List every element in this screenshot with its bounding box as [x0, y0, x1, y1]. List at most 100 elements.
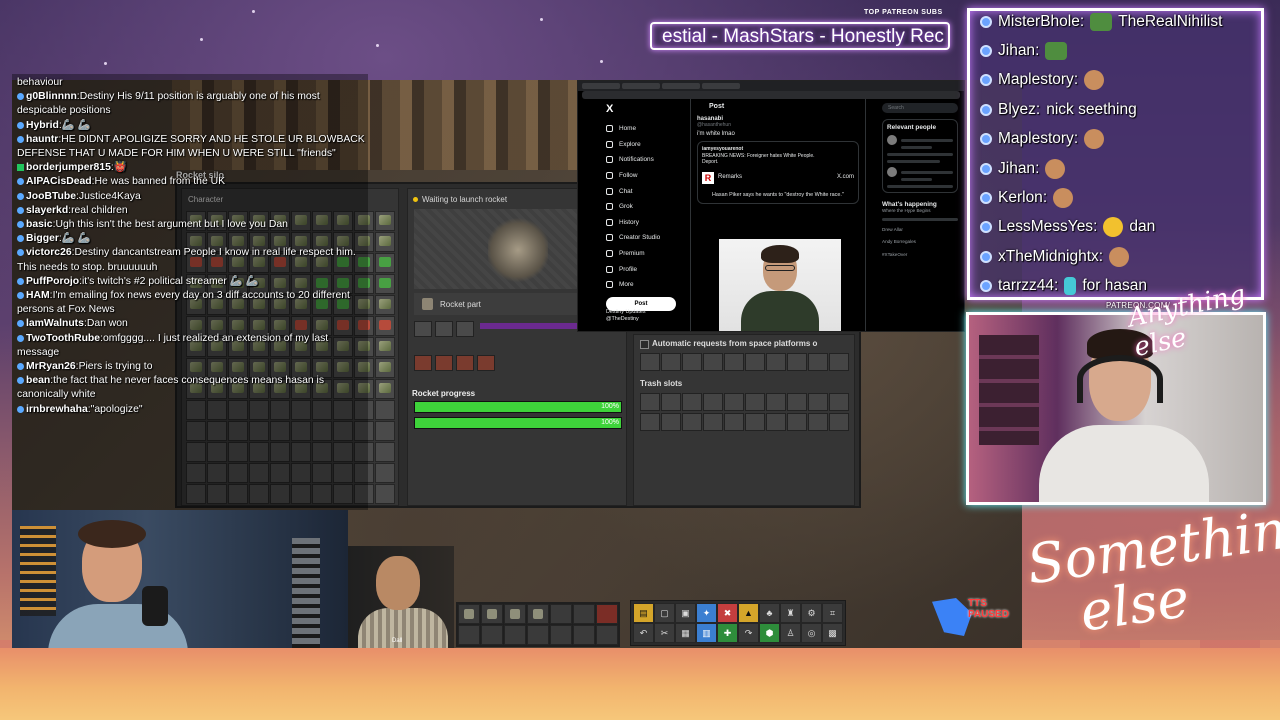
x-nav-grok[interactable]: Grok [606, 199, 686, 215]
slot[interactable] [829, 353, 849, 371]
inventory-slot[interactable] [375, 253, 395, 273]
quickbar-slot[interactable] [458, 625, 480, 645]
module-slot[interactable] [435, 321, 453, 337]
browser-url-bar[interactable] [582, 91, 960, 99]
quickbar-slot[interactable] [550, 604, 572, 624]
inventory-slot[interactable] [375, 358, 395, 378]
chat-username[interactable]: Hybrid [26, 120, 59, 131]
x-nav-home[interactable]: Home [606, 121, 686, 137]
clipboard-icon[interactable]: ▦ [675, 623, 696, 643]
input-slot[interactable] [414, 355, 432, 371]
chat-username[interactable]: bean [26, 375, 50, 386]
inventory-slot[interactable] [375, 295, 395, 315]
quoted-post[interactable]: iamyesyouarenot BREAKING NEWS: Foreigner… [697, 141, 859, 204]
discharge-icon[interactable]: ⚙ [801, 603, 822, 623]
chat-username[interactable]: irnbrewhaha [26, 404, 88, 415]
quickbar-slot[interactable] [573, 625, 595, 645]
x-nav-creator-studio[interactable]: Creator Studio [606, 230, 686, 246]
quickbar-slot[interactable] [504, 604, 526, 624]
chat-username[interactable]: lamWalnuts [26, 318, 84, 329]
slot[interactable] [808, 353, 828, 371]
slot[interactable] [808, 413, 828, 431]
grid-icon[interactable]: ▩ [822, 623, 843, 643]
chat-username[interactable]: g0Blinnnn [26, 91, 77, 102]
x-nav-more[interactable]: More [606, 277, 686, 293]
quickbar-slot[interactable] [527, 625, 549, 645]
inventory-slot[interactable] [375, 421, 395, 441]
chat-username[interactable]: slayerkd [26, 205, 68, 216]
post-photo[interactable] [719, 239, 841, 331]
paste-icon[interactable]: ✦ [696, 603, 717, 623]
slot[interactable] [787, 413, 807, 431]
x-nav-chat[interactable]: Chat [606, 183, 686, 199]
input-slot[interactable] [477, 355, 495, 371]
slot[interactable] [724, 353, 744, 371]
radar-icon[interactable]: ◎ [801, 623, 822, 643]
artillery-icon[interactable]: ♜ [780, 603, 801, 623]
slot[interactable] [682, 393, 702, 411]
module-slot[interactable] [414, 321, 432, 337]
inventory-slot[interactable] [375, 463, 395, 483]
slot[interactable] [640, 353, 660, 371]
quickbar-slot[interactable] [596, 604, 618, 624]
trend-item[interactable]: Andy Borregales [882, 239, 958, 245]
relevant-person[interactable] [887, 167, 953, 181]
relevant-person[interactable] [887, 135, 953, 149]
quickbar-slot[interactable] [458, 604, 480, 624]
chat-username[interactable]: victorc26 [26, 247, 72, 258]
slot[interactable] [787, 393, 807, 411]
x-nav-explore[interactable]: Explore [606, 137, 686, 153]
slot[interactable] [766, 393, 786, 411]
x-logo-icon[interactable]: X [606, 103, 686, 115]
redo-icon[interactable]: ↷ [738, 623, 759, 643]
green-wire-icon[interactable]: ✚ [717, 623, 738, 643]
x-nav-follow[interactable]: Follow [606, 168, 686, 184]
x-nav-profile[interactable]: Profile [606, 261, 686, 277]
scissors-icon[interactable]: ✂ [654, 623, 675, 643]
slot[interactable] [724, 413, 744, 431]
blueprint-tool-icon[interactable]: ▤ [633, 603, 654, 623]
chat-username[interactable]: HAM [26, 290, 50, 301]
quickbar-slot[interactable] [550, 625, 572, 645]
copy-icon[interactable]: ▢ [654, 603, 675, 623]
chat-username[interactable]: TwoToothRube [26, 333, 100, 344]
account-switcher[interactable]: Destiny Updates @TheDestiny [606, 309, 646, 323]
chat-username[interactable]: basic [26, 219, 53, 230]
chat-username[interactable]: AIPACisDead [26, 176, 92, 187]
slot[interactable] [703, 413, 723, 431]
chat-username[interactable]: Bigger [26, 233, 59, 244]
chat-username[interactable]: PuffPorojo [26, 276, 79, 287]
inventory-slot[interactable] [375, 211, 395, 231]
trend-item[interactable]: Where the Hype Begins [882, 208, 958, 214]
input-slot[interactable] [435, 355, 453, 371]
browser-tabs[interactable] [578, 81, 964, 91]
x-nav-notifications[interactable]: Notifications [606, 152, 686, 168]
inventory-slot[interactable] [375, 400, 395, 420]
inventory-slot[interactable] [375, 484, 395, 504]
cut-icon[interactable]: ▣ [675, 603, 696, 623]
quickbar-slot[interactable] [573, 604, 595, 624]
copy-paste-icon[interactable]: ▥ [696, 623, 717, 643]
slot[interactable] [640, 393, 660, 411]
quickbar-slot[interactable] [481, 625, 503, 645]
inventory-slot[interactable] [375, 442, 395, 462]
slot[interactable] [640, 413, 660, 431]
deconstruct-icon[interactable]: ✖ [717, 603, 738, 623]
inventory-slot[interactable] [375, 379, 395, 399]
chat-username[interactable]: borderjumper815 [26, 162, 111, 173]
trend-item[interactable]: Drew Allar [882, 227, 958, 233]
upgrade-icon[interactable]: ▲ [738, 603, 759, 623]
inventory-slot[interactable] [375, 337, 395, 357]
slot[interactable] [703, 393, 723, 411]
chat-username[interactable]: MrRyan26 [26, 361, 76, 372]
slot[interactable] [703, 353, 723, 371]
slot[interactable] [766, 413, 786, 431]
quickbar-slot[interactable] [481, 604, 503, 624]
slot[interactable] [829, 413, 849, 431]
x-nav-premium[interactable]: Premium [606, 246, 686, 262]
slot[interactable] [829, 393, 849, 411]
slot[interactable] [808, 393, 828, 411]
slot[interactable] [787, 353, 807, 371]
spidertron-remote-icon[interactable]: ♣ [759, 603, 780, 623]
auto-requests-label[interactable]: Automatic requests from space platforms … [634, 335, 854, 349]
